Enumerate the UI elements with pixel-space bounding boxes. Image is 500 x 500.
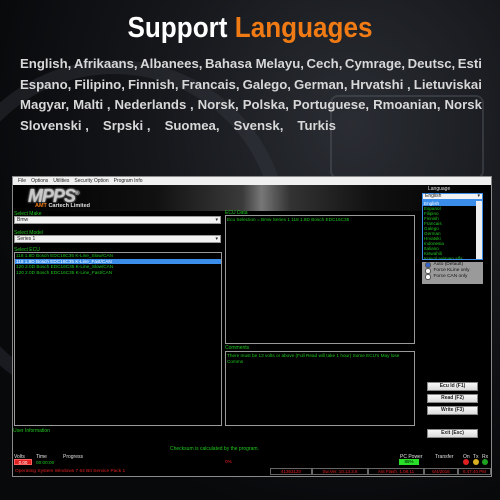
language-dropdown[interactable]: English ▾ (422, 193, 483, 200)
language-name: Hrvatshi , (350, 76, 411, 92)
select-make-value: Bmw (17, 217, 29, 223)
language-name: Albanees, (140, 56, 203, 71)
time-value: 00:00:00 (36, 460, 55, 465)
user-information-label: User Information (13, 428, 50, 434)
language-name: Slovenski , (20, 117, 89, 133)
language-name: Turkis (297, 117, 336, 133)
status-time: 6:47:40 PM (458, 468, 491, 475)
progress-value: 0% (225, 460, 232, 465)
ecu-data-panel: Ecu Selection = Bmw Series 1 118 1.8D Bo… (225, 215, 415, 344)
chevron-down-icon: ▾ (215, 236, 218, 242)
status-serial: 41363120 (270, 468, 312, 475)
language-value: English (425, 193, 442, 199)
headline-white: Support (127, 12, 228, 44)
select-make-dropdown[interactable]: Bmw ▾ (14, 216, 221, 224)
language-name: Lietuviskai (413, 76, 482, 92)
ecu-data-text: Ecu Selection = Bmw Series 1 118 1.8D Bo… (227, 217, 350, 222)
ecu-list[interactable]: 118 1.8D Bosch EDC16C35 K-Line_Slow/CAN 1… (14, 252, 222, 426)
radio-circle-icon (425, 274, 431, 280)
language-name: Filipino, (74, 76, 125, 92)
menu-file[interactable]: File (18, 178, 26, 184)
menu-options[interactable]: Options (31, 178, 48, 184)
comments-panel: There must be 13 volts or above (Full Re… (225, 351, 415, 426)
pc-power-value: 85% (399, 459, 419, 465)
status-sw-version: Sw.Ver. 10.13.3.8 (312, 468, 368, 475)
language-row: Slovenski , Srpski , Suomea, Svensk, Turkis (20, 116, 482, 137)
language-row: Espano, Filipino, Finnish, Francais, Galego,… (20, 75, 482, 96)
language-name: Francais, (181, 76, 240, 92)
led-on-icon (463, 459, 469, 465)
protocol-radio-group: Auto (Default) Force KLine only Force CAN … (422, 262, 483, 284)
read-button[interactable]: Read (F2) (427, 394, 478, 403)
language-name: Deutsc, (407, 56, 456, 71)
language-name: Magyar, (20, 97, 70, 112)
language-name: Rmoanian, (373, 97, 441, 112)
language-name: Norsk, (197, 97, 239, 112)
headline-orange: Languages (234, 12, 373, 44)
radio-label: Force CAN only (433, 274, 468, 279)
led-rx-icon (482, 459, 488, 465)
language-name: Polska, (242, 97, 289, 112)
language-options-list[interactable]: English Espanol Filipino Finnish Francais Gal… (422, 200, 483, 260)
language-name: Norsk (444, 97, 482, 112)
language-name: Svensk, (233, 117, 284, 133)
volts-value: 0.00 (14, 459, 32, 465)
radio-circle-icon (425, 268, 431, 274)
language-label: Language (428, 186, 451, 192)
language-row: Magyar, Malti , Nederlands , Norsk, Polska, P… (20, 95, 482, 116)
menu-bar: File Options Utilities Security Option P… (13, 177, 491, 185)
os-info: Operating System Windows 7 64 Bit Servic… (15, 469, 126, 474)
language-name: Bahasa Melayu, (204, 56, 304, 71)
language-name: Finnish, (127, 76, 179, 92)
ecu-id-button[interactable]: Ecu Id (F1) (427, 382, 478, 391)
language-name: Nederlands , (114, 97, 194, 112)
language-name: Portuguese, (292, 97, 370, 112)
menu-utilities[interactable]: Utilities (53, 178, 69, 184)
logo-sub-company: Cartech Limited (46, 203, 91, 209)
language-name: Cech, (306, 56, 343, 71)
status-date: 6/4/2016 (424, 468, 458, 475)
language-option[interactable]: Kreyol ayisyen alfa (423, 256, 480, 259)
language-row: English, Afrikaans, Albanees, Bahasa Melayu… (20, 54, 482, 75)
radio-circle-icon (425, 262, 431, 268)
language-name: Afrikaans, (73, 56, 138, 71)
status-flash-version: Ant Flash. 1.08.11 (368, 468, 424, 475)
menu-security-option[interactable]: Security Option (74, 178, 108, 184)
language-name: Suomea, (164, 117, 220, 133)
chevron-down-icon: ▾ (477, 193, 480, 199)
language-name: Esti (457, 56, 482, 71)
select-model-value: Series 1 (17, 236, 36, 242)
language-list: English, Afrikaans, Albanees, Bahasa Melayu… (20, 54, 482, 136)
progress-label: Progress (63, 454, 84, 460)
language-name: Malti , (73, 97, 111, 112)
logo-subtitle: AMT Cartech Limited (35, 203, 90, 209)
language-name: German, (294, 76, 348, 92)
headline: Support Languages (25, 12, 475, 45)
logo-sub-amt: AMT (35, 203, 47, 209)
checksum-text: Checksum is calculated by the program. (170, 446, 259, 452)
scrollbar[interactable] (476, 201, 482, 259)
language-name: Galego, (242, 76, 291, 92)
transfer-label: Transfer (435, 454, 454, 460)
select-model-dropdown[interactable]: Series 1 ▾ (14, 235, 221, 243)
exit-button[interactable]: Exit (Esc) (427, 429, 478, 438)
menu-program-info[interactable]: Program Info (114, 178, 143, 184)
led-tx-icon (473, 459, 479, 465)
language-name: Espano, (20, 76, 72, 92)
registered-mark: ® (75, 191, 80, 197)
write-button[interactable]: Write (F3) (427, 406, 478, 415)
comments-text: There must be 13 volts or above (Full Re… (227, 353, 400, 364)
ecu-list-item[interactable]: 120 2.0D Bosch EDC16C35 K-Line_Fast/CAN (15, 270, 221, 276)
chevron-down-icon: ▾ (215, 217, 218, 223)
language-name: Srpski , (102, 117, 151, 133)
language-name: English, (20, 56, 72, 71)
protocol-radio[interactable]: Force CAN only (422, 274, 483, 280)
language-name: Cymrage, (344, 56, 406, 71)
